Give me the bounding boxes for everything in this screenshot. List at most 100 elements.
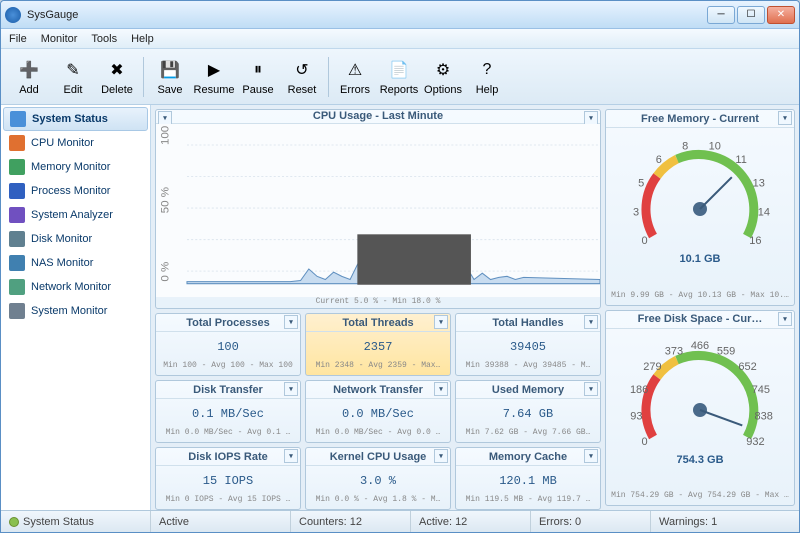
tool-label: Reports — [380, 84, 419, 96]
panel-footer: Current 5.0 % - Min 18.0 % — [156, 297, 600, 308]
delete-icon: ✖ — [105, 58, 129, 82]
panel-header: Total Handles ▾ — [456, 314, 600, 332]
delete-button[interactable]: ✖Delete — [95, 53, 139, 101]
svg-text:0 %: 0 % — [159, 262, 171, 282]
sidebar-item-label: Network Monitor — [31, 281, 111, 293]
status-active: Active: 12 — [419, 516, 467, 528]
menu-tools[interactable]: Tools — [91, 33, 117, 45]
dropdown-icon[interactable]: ▾ — [284, 449, 298, 463]
sidebar-item-label: System Analyzer — [31, 209, 113, 221]
svg-text:652: 652 — [738, 361, 756, 373]
panel-title: Total Threads — [342, 317, 413, 329]
options-icon: ⚙ — [431, 58, 455, 82]
metric-value: 2357 — [306, 332, 450, 361]
sidebar-item-nas-monitor[interactable]: NAS Monitor — [3, 251, 148, 275]
sidebar-item-system-analyzer[interactable]: System Analyzer — [3, 203, 148, 227]
metric-value: 3.0 % — [306, 466, 450, 495]
panel-header: Total Processes▾ — [156, 314, 300, 332]
status-label: System Status — [23, 516, 94, 528]
dropdown-icon[interactable]: ▾ — [584, 382, 598, 396]
panel-footer: Min 754.29 GB - Avg 754.29 GB - Max … — [606, 491, 794, 505]
metric-value: 7.64 GB — [456, 399, 600, 428]
help-icon: ? — [475, 58, 499, 82]
status-state: Active — [159, 516, 189, 528]
status-warnings: Warnings: 1 — [659, 516, 717, 528]
options-button[interactable]: ⚙Options — [421, 53, 465, 101]
pause-icon: ⏸ — [246, 58, 270, 82]
panel-title: CPU Usage - Last Minute — [313, 110, 443, 122]
tool-label: Edit — [64, 84, 83, 96]
reports-button[interactable]: 📄Reports — [377, 53, 421, 101]
panel-title: Memory Cache — [489, 451, 567, 463]
add-button[interactable]: ➕ Add — [7, 53, 51, 101]
minimize-button[interactable]: ─ — [707, 6, 735, 24]
tool-label: Reset — [288, 84, 317, 96]
dropdown-icon[interactable]: ▾ — [434, 449, 448, 463]
tool-label: Help — [476, 84, 499, 96]
help-button[interactable]: ? Help — [465, 53, 509, 101]
dropdown-icon[interactable]: ▾ — [584, 449, 598, 463]
dropdown-icon[interactable]: ▾ — [778, 312, 792, 326]
save-button[interactable]: 💾Save — [148, 53, 192, 101]
add-icon: ➕ — [17, 58, 41, 82]
sidebar-item-process-monitor[interactable]: Process Monitor — [3, 179, 148, 203]
dropdown-icon[interactable]: ▾ — [778, 111, 792, 125]
metric-value: 39405 — [456, 332, 600, 361]
pause-button[interactable]: ⏸Pause — [236, 53, 280, 101]
dropdown-icon[interactable]: ▾ — [284, 315, 298, 329]
sidebar-item-system-monitor[interactable]: System Monitor — [3, 299, 148, 323]
svg-text:0: 0 — [642, 436, 648, 448]
svg-text:14: 14 — [758, 207, 770, 219]
metric-card-memory-cache: Memory Cache▾120.1 MBMin 119.5 MB - Avg … — [455, 447, 601, 510]
metric-value: 15 IOPS — [156, 466, 300, 495]
dropdown-icon[interactable]: ▾ — [434, 382, 448, 396]
gauge-body: 093186279373466559652745838932 754.3 GB — [606, 329, 794, 492]
dropdown-icon[interactable]: ▾ — [584, 315, 598, 329]
gauge-body: 035681011131416 10.1 GB — [606, 128, 794, 291]
maximize-button[interactable]: ☐ — [737, 6, 765, 24]
resume-icon: ▶ — [202, 58, 226, 82]
panel-header: Free Memory - Current▾ — [606, 110, 794, 128]
sidebar-item-label: Memory Monitor — [31, 161, 110, 173]
svg-text:6: 6 — [656, 154, 662, 166]
menu-file[interactable]: File — [9, 33, 27, 45]
panel-title: Total Handles — [492, 317, 563, 329]
errors-button[interactable]: ⚠Errors — [333, 53, 377, 101]
toolbar: ➕ Add ✎ Edit ✖Delete💾Save▶Resume⏸Pause↺Reset… — [1, 49, 799, 105]
svg-text:13: 13 — [753, 178, 765, 190]
svg-text:754.3 GB: 754.3 GB — [676, 454, 723, 466]
sidebar-item-network-monitor[interactable]: Network Monitor — [3, 275, 148, 299]
menu-monitor[interactable]: Monitor — [41, 33, 78, 45]
svg-text:50 %: 50 % — [159, 187, 171, 213]
metric-value: 0.1 MB/Sec — [156, 399, 300, 428]
sidebar-item-memory-monitor[interactable]: Memory Monitor — [3, 155, 148, 179]
metric-card-disk-iops-rate: Disk IOPS Rate▾15 IOPSMin 0 IOPS - Avg 1… — [155, 447, 301, 510]
gauge-panel: Free Disk Space - Cur…▾ 0931862793734665… — [605, 310, 795, 507]
panel-header: Used Memory▾ — [456, 381, 600, 399]
sidebar-item-system-status[interactable]: System Status — [3, 107, 148, 131]
resume-button[interactable]: ▶Resume — [192, 53, 236, 101]
svg-text:5: 5 — [638, 178, 644, 190]
close-button[interactable]: ✕ — [767, 6, 795, 24]
titlebar[interactable]: SysGauge ─ ☐ ✕ — [1, 1, 799, 29]
sidebar-icon — [9, 279, 25, 295]
sidebar-item-label: NAS Monitor — [31, 257, 93, 269]
metric-card-disk-transfer: Disk Transfer▾0.1 MB/SecMin 0.0 MB/Sec -… — [155, 380, 301, 443]
edit-icon: ✎ — [61, 58, 85, 82]
metric-card-network-transfer: Network Transfer▾0.0 MB/SecMin 0.0 MB/Se… — [305, 380, 451, 443]
edit-button[interactable]: ✎ Edit — [51, 53, 95, 101]
panel-footer: Min 2348 - Avg 2359 - Max… — [306, 361, 450, 375]
dropdown-icon[interactable]: ▾ — [158, 111, 172, 125]
panel-footer: Min 0 IOPS - Avg 15 IOPS … — [156, 495, 300, 509]
sidebar-item-cpu-monitor[interactable]: CPU Monitor — [3, 131, 148, 155]
dropdown-icon[interactable]: ▾ — [584, 111, 598, 125]
tool-label: Add — [19, 84, 39, 96]
sidebar: System StatusCPU Monitor Memory Monitor Pr… — [1, 105, 151, 510]
dropdown-icon[interactable]: ▾ — [284, 382, 298, 396]
svg-text:93: 93 — [630, 410, 642, 422]
svg-text:373: 373 — [665, 345, 683, 357]
menu-help[interactable]: Help — [131, 33, 154, 45]
dropdown-icon[interactable]: ▾ — [434, 315, 448, 329]
reset-button[interactable]: ↺Reset — [280, 53, 324, 101]
sidebar-item-disk-monitor[interactable]: Disk Monitor — [3, 227, 148, 251]
